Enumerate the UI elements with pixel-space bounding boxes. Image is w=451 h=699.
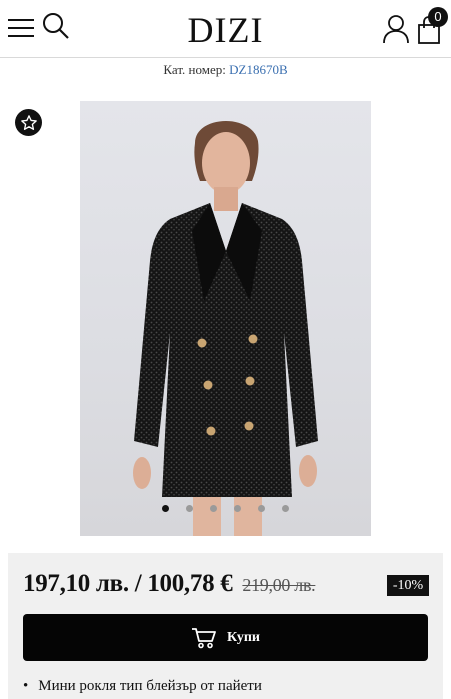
price-panel: 197,10 лв. / 100,78 € 219,00 лв. -10% Ку… <box>8 553 443 699</box>
carousel-dot[interactable] <box>186 505 193 512</box>
cart-count-badge[interactable]: 0 <box>428 7 448 27</box>
price: 197,10 лв. / 100,78 € 219,00 лв. <box>23 570 316 598</box>
old-price: 219,00 лв. <box>242 575 316 595</box>
search-icon[interactable] <box>42 12 70 40</box>
user-icon[interactable] <box>382 14 410 44</box>
feature-item: Мини рокля тип блейзър от пайети <box>23 678 262 695</box>
sku-label: Кат. номер: <box>163 62 226 77</box>
star-icon <box>20 114 37 130</box>
carousel-dot[interactable] <box>234 505 241 512</box>
carousel-dot[interactable] <box>258 505 265 512</box>
carousel-dot[interactable] <box>282 505 289 512</box>
current-price: 197,10 лв. / 100,78 € <box>23 570 233 597</box>
buy-button[interactable]: Купи <box>23 614 428 661</box>
add-to-favorites-button[interactable] <box>15 109 42 136</box>
discount-badge: -10% <box>387 575 429 596</box>
image-carousel-dots <box>0 505 451 513</box>
product-sku: Кат. номер: DZ18670B <box>0 62 451 78</box>
site-header: DIZI 0 <box>0 0 451 58</box>
model-illustration <box>133 120 318 536</box>
cart-icon <box>192 627 216 648</box>
buy-button-label: Купи <box>227 629 260 645</box>
product-image[interactable] <box>80 101 371 536</box>
menu-icon[interactable] <box>8 16 34 38</box>
sku-value: DZ18670B <box>229 62 288 77</box>
carousel-dot[interactable] <box>162 505 169 512</box>
carousel-dot[interactable] <box>210 505 217 512</box>
